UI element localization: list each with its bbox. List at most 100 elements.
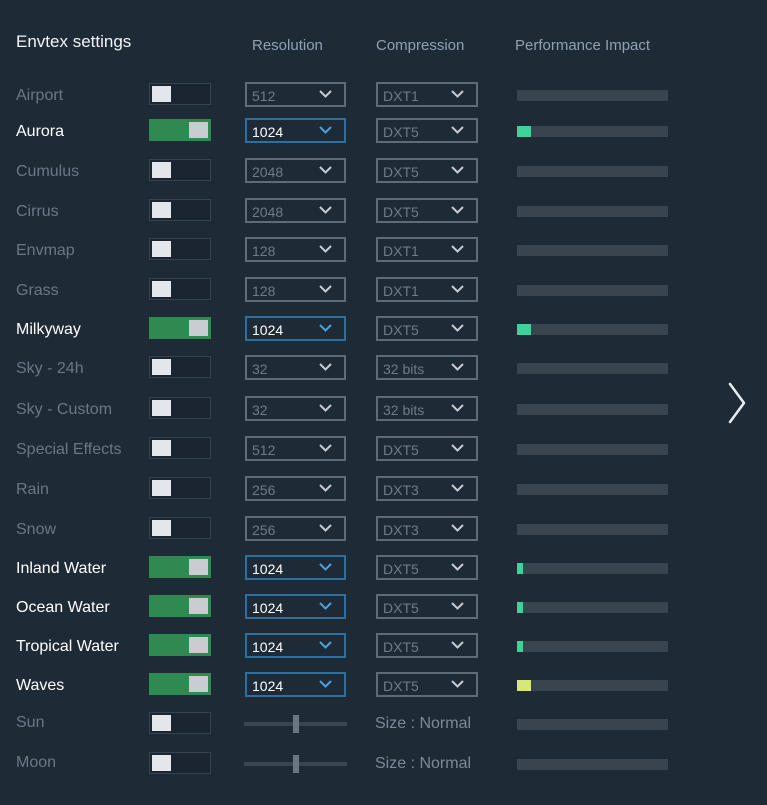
performance-impact-bar — [517, 759, 668, 770]
size-slider[interactable] — [244, 755, 347, 773]
enable-toggle[interactable] — [149, 278, 211, 300]
compression-select[interactable]: DXT5 — [376, 594, 478, 619]
resolution-select[interactable]: 1024 — [245, 672, 346, 697]
toggle-knob — [152, 359, 171, 375]
resolution-select[interactable]: 512 — [245, 82, 346, 107]
enable-toggle[interactable] — [149, 317, 211, 339]
compression-select[interactable]: DXT5 — [376, 555, 478, 580]
size-value: Size : Normal — [375, 755, 472, 772]
enable-toggle[interactable] — [149, 437, 211, 459]
enable-toggle[interactable] — [149, 397, 211, 419]
envtex-settings-panel: Envtex settings Resolution Compression P… — [0, 0, 767, 805]
performance-impact-fill — [517, 563, 523, 574]
resolution-select[interactable]: 32 — [245, 355, 346, 380]
resolution-select[interactable]: 2048 — [245, 158, 346, 183]
chevron-down-icon — [451, 90, 464, 98]
toggle-knob — [152, 755, 171, 771]
compression-select[interactable]: 32 bits — [376, 355, 478, 380]
toggle-knob — [152, 281, 171, 297]
compression-value: DXT5 — [383, 442, 419, 458]
resolution-select[interactable]: 1024 — [245, 633, 346, 658]
compression-select[interactable]: DXT5 — [376, 672, 478, 697]
performance-impact-bar — [517, 404, 668, 415]
setting-label: Cumulus — [16, 163, 80, 180]
setting-label: Aurora — [16, 123, 65, 140]
slider-thumb[interactable] — [293, 755, 299, 773]
resolution-select[interactable]: 128 — [245, 237, 346, 262]
resolution-select[interactable]: 512 — [245, 436, 346, 461]
enable-toggle[interactable] — [149, 673, 211, 695]
resolution-select[interactable]: 256 — [245, 516, 346, 541]
enable-toggle[interactable] — [149, 159, 211, 181]
chevron-down-icon — [319, 484, 332, 492]
performance-impact-bar — [517, 206, 668, 217]
settings-row: Milkyway 1024 DXT5 — [0, 316, 700, 346]
chevron-down-icon — [451, 602, 464, 610]
compression-select[interactable]: DXT1 — [376, 82, 478, 107]
compression-select[interactable]: DXT5 — [376, 198, 478, 223]
size-slider[interactable] — [244, 715, 347, 733]
settings-row: Snow 256 DXT3 — [0, 516, 700, 546]
enable-toggle[interactable] — [149, 634, 211, 656]
setting-label: Sun — [16, 714, 45, 731]
enable-toggle[interactable] — [149, 238, 211, 260]
settings-row: Envmap 128 DXT1 — [0, 237, 700, 267]
resolution-select[interactable]: 128 — [245, 277, 346, 302]
slider-thumb[interactable] — [293, 715, 299, 733]
enable-toggle[interactable] — [149, 199, 211, 221]
resolution-select[interactable]: 32 — [245, 396, 346, 421]
enable-toggle[interactable] — [149, 83, 211, 105]
setting-label: Moon — [16, 754, 57, 771]
compression-select[interactable]: DXT5 — [376, 633, 478, 658]
compression-select[interactable]: DXT3 — [376, 476, 478, 501]
compression-select[interactable]: DXT5 — [376, 118, 478, 143]
settings-row: Airport 512 DXT1 — [0, 82, 700, 112]
compression-value: DXT5 — [383, 561, 419, 577]
enable-toggle[interactable] — [149, 556, 211, 578]
enable-toggle[interactable] — [149, 477, 211, 499]
enable-toggle[interactable] — [149, 119, 211, 141]
compression-value: 32 bits — [383, 361, 425, 377]
enable-toggle[interactable] — [149, 595, 211, 617]
compression-select[interactable]: DXT1 — [376, 237, 478, 262]
setting-label: Milkyway — [16, 321, 81, 338]
enable-toggle[interactable] — [149, 356, 211, 378]
compression-value: DXT3 — [383, 522, 419, 538]
enable-toggle[interactable] — [149, 712, 211, 734]
resolution-value: 256 — [252, 522, 276, 538]
setting-label: Rain — [16, 481, 49, 498]
chevron-down-icon — [319, 602, 332, 610]
performance-impact-bar — [517, 285, 668, 296]
compression-select[interactable]: 32 bits — [376, 396, 478, 421]
compression-select[interactable]: DXT5 — [376, 316, 478, 341]
resolution-select[interactable]: 256 — [245, 476, 346, 501]
resolution-select[interactable]: 1024 — [245, 555, 346, 580]
performance-impact-bar — [517, 680, 668, 691]
resolution-select[interactable]: 1024 — [245, 594, 346, 619]
resolution-value: 1024 — [252, 678, 284, 694]
resolution-select[interactable]: 2048 — [245, 198, 346, 223]
resolution-value: 128 — [252, 283, 276, 299]
compression-select[interactable]: DXT5 — [376, 436, 478, 461]
enable-toggle[interactable] — [149, 752, 211, 774]
toggle-knob — [152, 440, 171, 456]
chevron-down-icon — [451, 444, 464, 452]
performance-impact-fill — [517, 602, 523, 613]
compression-select[interactable]: DXT5 — [376, 158, 478, 183]
chevron-down-icon — [319, 324, 332, 332]
compression-select[interactable]: DXT1 — [376, 277, 478, 302]
setting-label: Ocean Water — [16, 599, 110, 616]
toggle-knob — [189, 598, 208, 614]
next-page-button[interactable] — [722, 378, 752, 428]
settings-row: Inland Water 1024 DXT5 — [0, 555, 700, 585]
resolution-select[interactable]: 1024 — [245, 118, 346, 143]
resolution-select[interactable]: 1024 — [245, 316, 346, 341]
chevron-down-icon — [451, 484, 464, 492]
compression-select[interactable]: DXT3 — [376, 516, 478, 541]
enable-toggle[interactable] — [149, 517, 211, 539]
compression-value: DXT5 — [383, 204, 419, 220]
chevron-down-icon — [319, 126, 332, 134]
setting-label: Special Effects — [16, 441, 122, 458]
resolution-value: 512 — [252, 442, 276, 458]
setting-label: Sky - Custom — [16, 401, 113, 418]
